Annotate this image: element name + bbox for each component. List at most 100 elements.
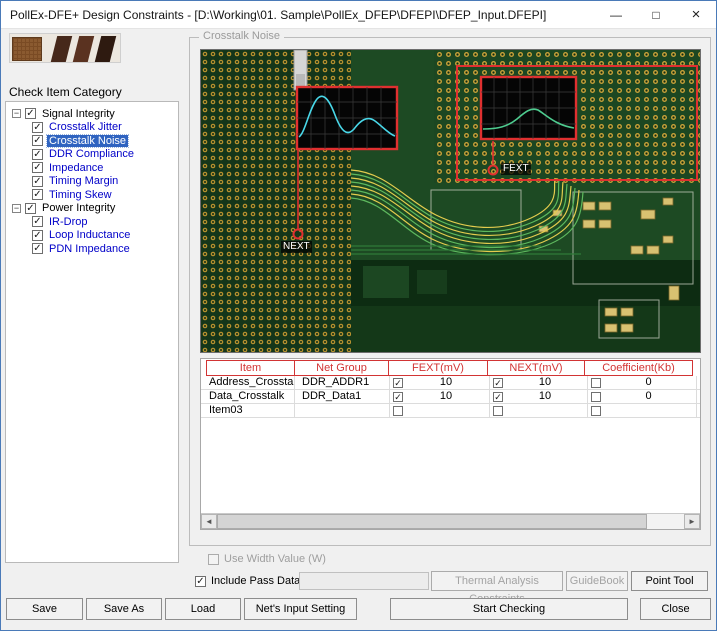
checkbox-icon[interactable]: ✓ <box>32 135 43 146</box>
close-icon[interactable]: × <box>676 1 716 29</box>
tree-item-pdn-impedance[interactable]: ✓ PDN Impedance <box>6 242 178 255</box>
tree-item-impedance[interactable]: ✓ Impedance <box>6 161 178 174</box>
fext-value[interactable]: 10 <box>403 390 489 403</box>
fext-value[interactable]: 10 <box>403 376 489 389</box>
cell-item[interactable]: Address_Crossta <box>206 376 295 389</box>
tree-item-signal-integrity[interactable]: − ✓ Signal Integrity <box>6 107 178 120</box>
tree-item-label[interactable]: Timing Skew <box>47 189 114 201</box>
tree-item-label[interactable]: Impedance <box>47 162 105 174</box>
cell-net-group[interactable]: DDR_ADDR1 <box>295 376 390 389</box>
checkbox-icon[interactable] <box>208 554 219 565</box>
tree-item-crosstalk-noise[interactable]: ✓ Crosstalk Noise <box>6 134 178 147</box>
tree-item-timing-skew[interactable]: ✓ Timing Skew <box>6 188 178 201</box>
thumbnail-connector <box>73 36 94 62</box>
tree-item-label[interactable]: Crosstalk Jitter <box>47 121 124 133</box>
minimize-icon[interactable]: — <box>596 1 636 29</box>
checkbox-icon[interactable]: ✓ <box>32 176 43 187</box>
save-button[interactable]: Save <box>6 598 83 620</box>
tree-item-ir-drop[interactable]: ✓ IR-Drop <box>6 215 178 228</box>
next-value[interactable]: 10 <box>503 376 587 389</box>
cell-coefficient[interactable]: 0 <box>588 390 697 403</box>
scrollbar-track[interactable] <box>217 514 684 529</box>
include-pass-data-checkbox-row[interactable]: ✓ Include Pass Data <box>195 575 300 587</box>
tree-item-label[interactable]: Timing Margin <box>47 175 120 187</box>
cell-fext[interactable]: ✓ 10 <box>390 376 490 389</box>
use-width-value-checkbox-row[interactable]: Use Width Value (W) <box>208 553 326 565</box>
cell-item[interactable]: Data_Crosstalk <box>206 390 295 403</box>
tree-item-label[interactable]: PDN Impedance <box>47 243 132 255</box>
nets-input-setting-button[interactable]: Net's Input Setting <box>244 598 357 620</box>
tree-item-label[interactable]: Loop Inductance <box>47 229 132 241</box>
pcb-thumbnail <box>9 33 121 63</box>
checkbox-icon[interactable]: ✓ <box>32 122 43 133</box>
tree-item-label[interactable]: Crosstalk Noise <box>47 135 128 147</box>
cell-next[interactable] <box>490 404 588 417</box>
checkbox-icon[interactable]: ✓ <box>32 230 43 241</box>
tree-item-label[interactable]: DDR Compliance <box>47 148 136 160</box>
table-row[interactable]: Item03 <box>201 404 700 418</box>
checkbox-icon[interactable] <box>591 392 601 402</box>
checkbox-icon[interactable] <box>393 406 403 416</box>
cell-coefficient[interactable] <box>588 404 697 417</box>
pass-data-input[interactable] <box>299 572 429 590</box>
coefficient-value[interactable]: 0 <box>601 376 696 389</box>
save-as-button[interactable]: Save As <box>86 598 162 620</box>
crosstalk-noise-groupbox: Crosstalk Noise <box>189 37 711 546</box>
checkbox-icon[interactable]: ✓ <box>393 378 403 388</box>
thumbnail-chip <box>12 37 42 61</box>
point-tool-button[interactable]: Point Tool <box>631 571 708 591</box>
checkbox-icon[interactable]: ✓ <box>25 108 36 119</box>
tree-item-loop-inductance[interactable]: ✓ Loop Inductance <box>6 229 178 242</box>
maximize-icon[interactable]: □ <box>636 1 676 29</box>
checkbox-icon[interactable]: ✓ <box>493 378 503 388</box>
cell-next[interactable]: ✓ 10 <box>490 376 588 389</box>
cell-next[interactable]: ✓ 10 <box>490 390 588 403</box>
scroll-left-icon[interactable]: ◄ <box>201 514 217 529</box>
cell-fext[interactable]: ✓ 10 <box>390 390 490 403</box>
collapse-icon[interactable]: − <box>12 204 21 213</box>
constraint-table: Item Net Group FEXT(mV) NEXT(mV) Coeffic… <box>200 358 701 530</box>
cell-fext[interactable] <box>390 404 490 417</box>
checkbox-icon[interactable] <box>591 378 601 388</box>
tree-item-ddr-compliance[interactable]: ✓ DDR Compliance <box>6 148 178 161</box>
thermal-analysis-constraints-button[interactable]: Thermal Analysis Constraints <box>431 571 563 591</box>
checkbox-icon[interactable]: ✓ <box>25 203 36 214</box>
thumbnail-connector <box>51 36 72 62</box>
table-row[interactable]: Address_Crossta DDR_ADDR1 ✓ 10 ✓ 10 0 <box>201 376 700 390</box>
checkbox-icon[interactable]: ✓ <box>32 149 43 160</box>
scroll-right-icon[interactable]: ► <box>684 514 700 529</box>
guidebook-button[interactable]: GuideBook <box>566 571 628 591</box>
checkbox-icon[interactable]: ✓ <box>32 189 43 200</box>
checkbox-icon[interactable] <box>591 406 601 416</box>
table-row[interactable]: Data_Crosstalk DDR_Data1 ✓ 10 ✓ 10 0 <box>201 390 700 404</box>
horizontal-scrollbar[interactable]: ◄ ► <box>201 513 700 529</box>
tree-item-label[interactable]: Power Integrity <box>40 202 117 214</box>
cell-net-group[interactable] <box>295 404 390 417</box>
tree-item-crosstalk-jitter[interactable]: ✓ Crosstalk Jitter <box>6 121 178 134</box>
checkbox-icon[interactable]: ✓ <box>32 162 43 173</box>
cell-net-group[interactable]: DDR_Data1 <box>295 390 390 403</box>
checkbox-icon[interactable]: ✓ <box>393 392 403 402</box>
checkbox-icon[interactable]: ✓ <box>32 216 43 227</box>
checkbox-icon[interactable]: ✓ <box>493 392 503 402</box>
cell-coefficient[interactable]: 0 <box>588 376 697 389</box>
check-item-category-label: Check Item Category <box>9 85 122 99</box>
checkbox-icon[interactable]: ✓ <box>195 576 206 587</box>
close-button[interactable]: Close <box>640 598 711 620</box>
load-button[interactable]: Load <box>165 598 241 620</box>
checkbox-icon[interactable]: ✓ <box>32 243 43 254</box>
tree-item-timing-margin[interactable]: ✓ Timing Margin <box>6 175 178 188</box>
checkbox-icon[interactable] <box>493 406 503 416</box>
fext-waveform-plot <box>481 77 576 139</box>
collapse-icon[interactable]: − <box>12 109 21 118</box>
tree-item-label[interactable]: IR-Drop <box>47 216 90 228</box>
next-value[interactable]: 10 <box>503 390 587 403</box>
cell-item[interactable]: Item03 <box>206 404 295 417</box>
table-header-row: Item Net Group FEXT(mV) NEXT(mV) Coeffic… <box>201 360 700 376</box>
tree-item-label[interactable]: Signal Integrity <box>40 108 117 120</box>
scrollbar-thumb[interactable] <box>217 514 647 529</box>
start-checking-button[interactable]: Start Checking <box>390 598 628 620</box>
check-item-tree: − ✓ Signal Integrity ✓ Crosstalk Jitter … <box>5 101 179 563</box>
coefficient-value[interactable]: 0 <box>601 390 696 403</box>
tree-item-power-integrity[interactable]: − ✓ Power Integrity <box>6 202 178 215</box>
